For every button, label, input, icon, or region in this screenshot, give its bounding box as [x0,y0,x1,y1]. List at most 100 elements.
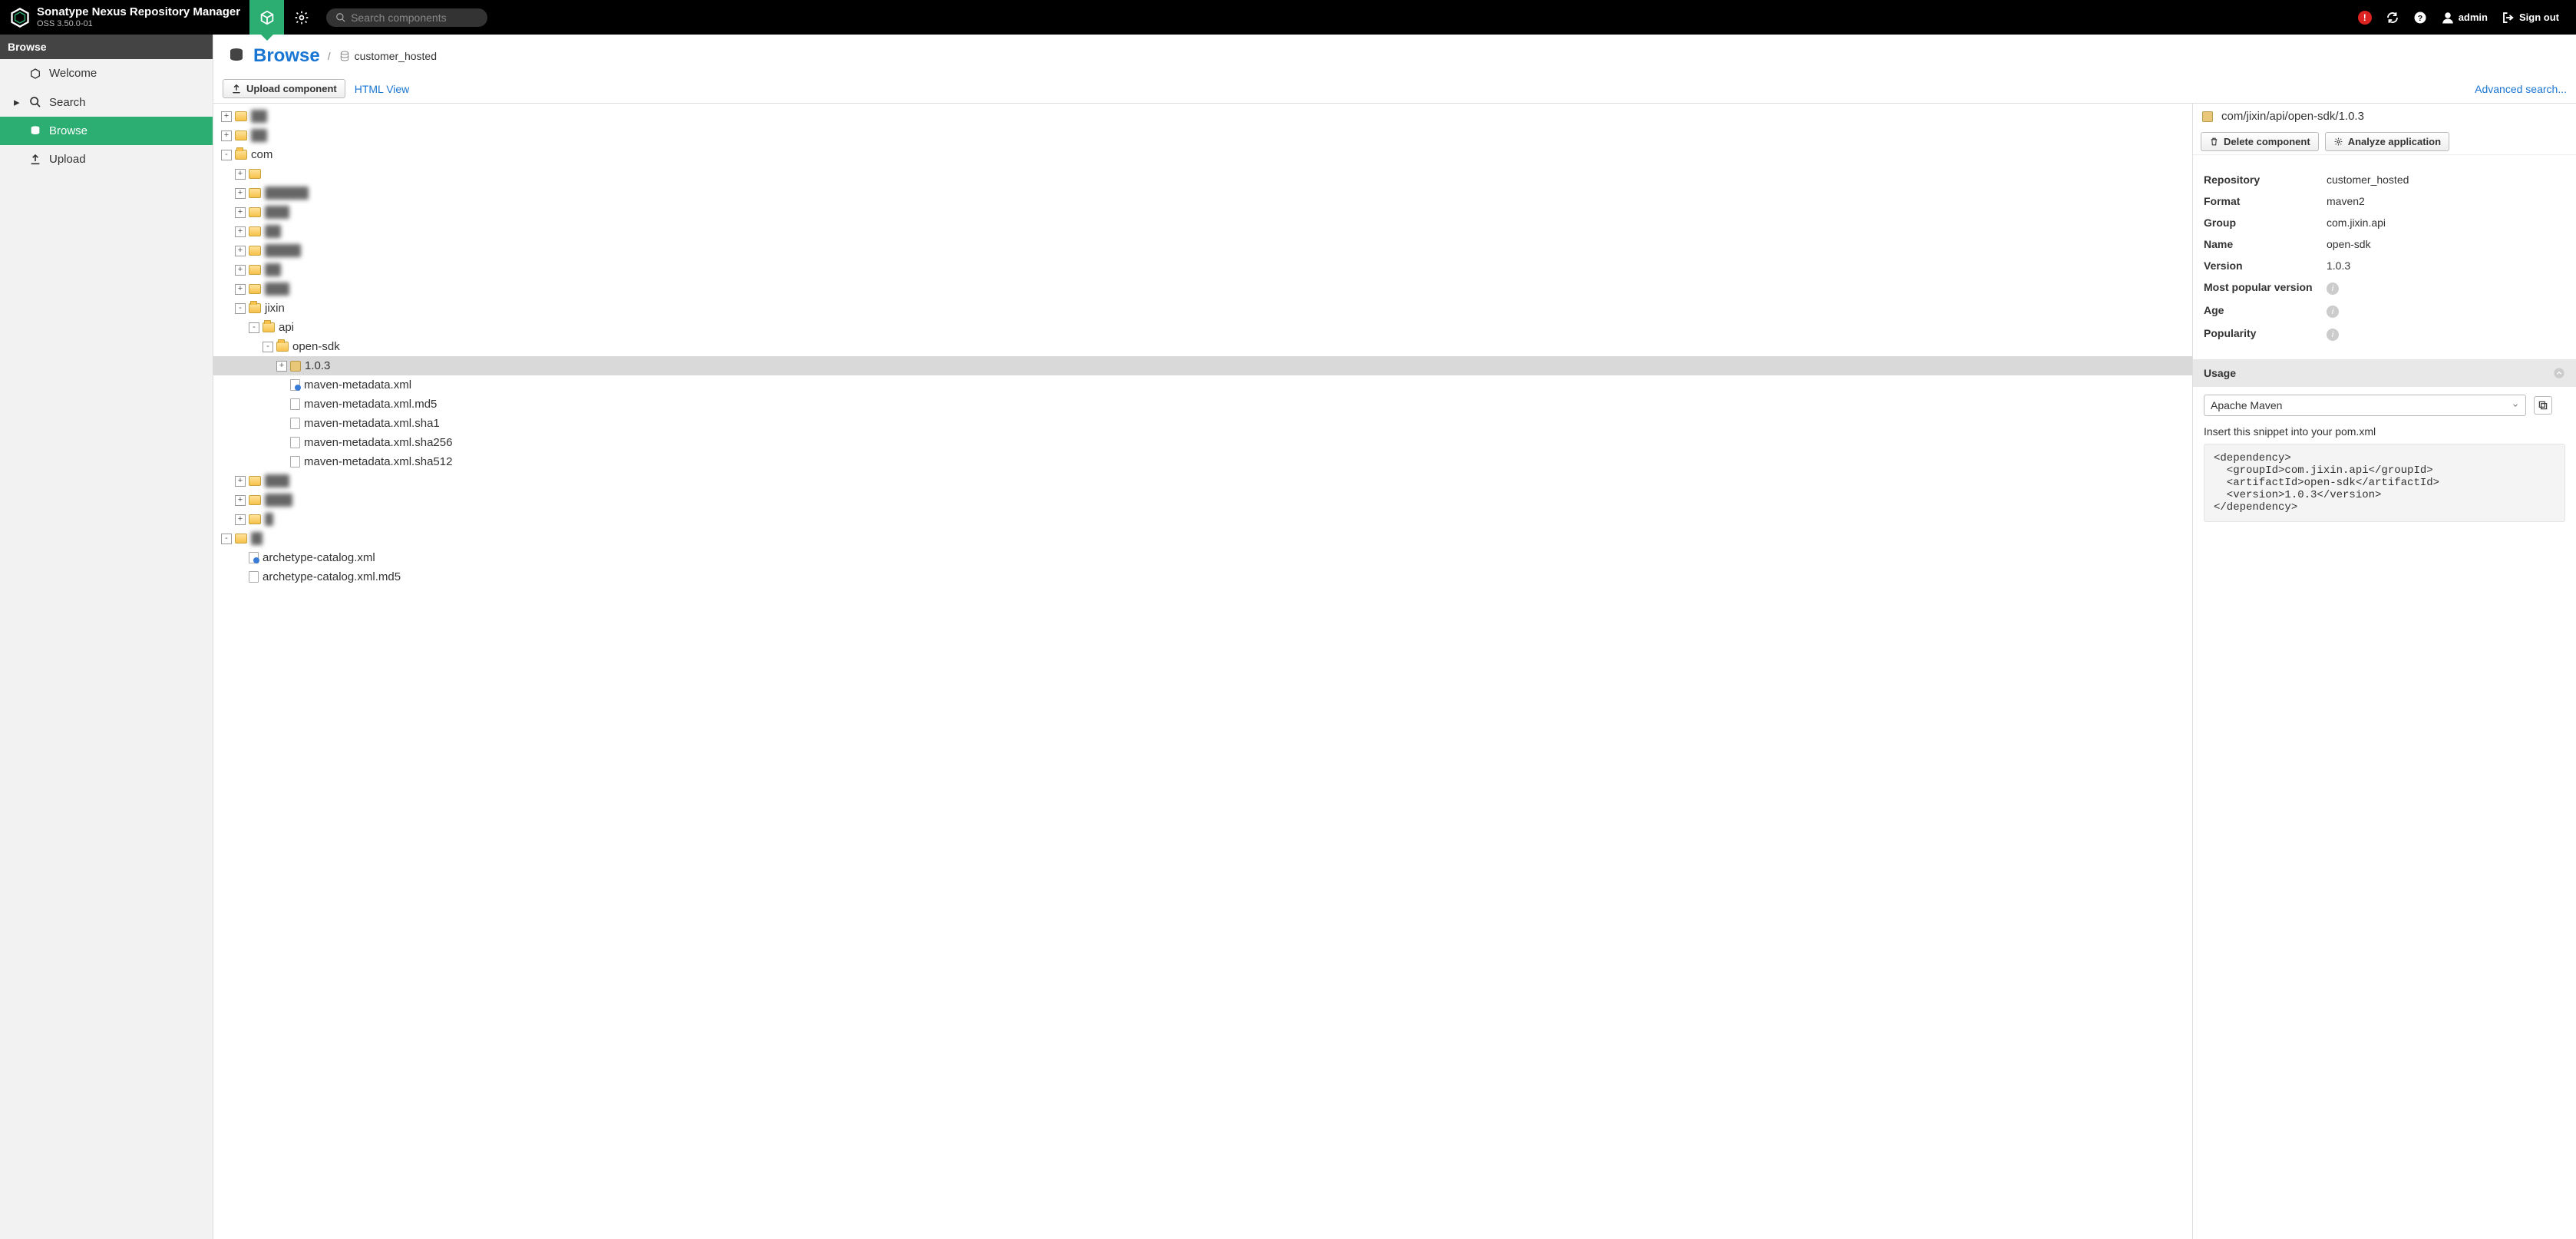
tree-node[interactable]: +██ ███ [213,183,2192,203]
tree-node[interactable]: +███ [213,471,2192,491]
alert-badge[interactable]: ! [2358,11,2372,25]
tree-expander[interactable]: + [235,207,246,218]
header-actions: ! ? admin Sign out [2358,11,2567,25]
sidebar: Browse Welcome▸SearchBrowseUpload [0,35,213,1239]
tree-node[interactable]: -xx [213,529,2192,548]
tree-node[interactable]: maven-metadata.xml.sha256 [213,433,2192,452]
tree-expander[interactable]: + [235,246,246,256]
tree-node[interactable]: +██ [213,107,2192,126]
browse-mode-button[interactable] [249,0,284,35]
tree-node[interactable]: + [213,164,2192,183]
info-icon[interactable]: i [2327,329,2339,341]
tree-expander[interactable]: + [235,476,246,487]
tree-pane[interactable]: +██+██-com++██ ███+███+██+██ ██+██+███-j… [213,104,2192,1239]
user-menu[interactable]: admin [2441,11,2488,25]
tree-node[interactable]: maven-metadata.xml [213,375,2192,395]
tree-expander[interactable]: + [235,265,246,276]
delete-component-button[interactable]: Delete component [2201,132,2319,151]
tree-node[interactable]: archetype-catalog.xml.md5 [213,567,2192,586]
refresh-icon [2386,11,2399,25]
usage-snippet[interactable]: <dependency> <groupId>com.jixin.api</gro… [2204,444,2565,522]
tree-node[interactable]: maven-metadata.xml.sha512 [213,452,2192,471]
folder-icon [249,476,261,486]
copy-snippet-button[interactable] [2534,396,2552,415]
tree-node[interactable]: +1.0.3 [213,356,2192,375]
tree-node[interactable]: +██ [213,126,2192,145]
collapse-icon [2553,367,2565,379]
db-icon [29,125,41,137]
tree-node[interactable]: -jixin [213,299,2192,318]
search-icon [29,96,41,108]
upload-component-button[interactable]: Upload component [223,79,345,98]
folder-icon [249,284,261,294]
tree-node[interactable]: +██ █ [213,491,2192,510]
tree-expander[interactable]: + [221,111,232,122]
folder-icon [249,207,261,217]
html-view-link[interactable]: HTML View [355,83,410,95]
info-value: customer_hosted [2327,173,2409,186]
global-search[interactable]: Search components [326,8,487,27]
file-icon [290,398,300,410]
tree-node[interactable]: maven-metadata.xml.md5 [213,395,2192,414]
tree-expander[interactable]: + [235,514,246,525]
tree-label: ███ [265,282,289,296]
info-key: Version [2204,259,2327,272]
info-value: i [2327,281,2339,295]
sidebar-item-browse[interactable]: Browse [0,117,213,145]
tree-expander[interactable]: + [235,226,246,237]
signout-button[interactable]: Sign out [2502,11,2559,25]
info-value: maven2 [2327,195,2365,207]
tree-expander[interactable]: + [276,361,287,372]
tree-node[interactable]: -com [213,145,2192,164]
analyze-application-button[interactable]: Analyze application [2325,132,2449,151]
usage-header[interactable]: Usage [2193,359,2576,387]
tree-node[interactable]: - api [213,318,2192,337]
tree-expander[interactable]: - [221,150,232,160]
folder-icon [235,131,247,140]
tree-expander[interactable]: + [221,131,232,141]
file-icon [290,418,300,429]
build-tool-select[interactable]: Apache Maven [2204,395,2526,416]
tree-expander[interactable]: - [249,322,259,333]
tree-expander[interactable]: + [235,284,246,295]
tree-expander[interactable]: - [221,534,232,544]
folder-icon [235,534,247,544]
usage-hint: Insert this snippet into your pom.xml [2204,425,2565,438]
tree-expander[interactable]: + [235,495,246,506]
username-label: admin [2459,12,2488,23]
tree-node[interactable]: +█ [213,510,2192,529]
tree-node[interactable]: -open-sdk [213,337,2192,356]
tree-node[interactable]: +██ [213,260,2192,279]
tree-expander[interactable]: - [235,303,246,314]
folder-open-icon [249,303,261,313]
product-version: OSS 3.50.0-01 [37,19,240,28]
sidebar-item-upload[interactable]: Upload [0,145,213,173]
tree-node[interactable]: +██ ██ [213,241,2192,260]
help-button[interactable]: ? [2413,11,2427,25]
tree-node[interactable]: +███ [213,203,2192,222]
tree-expander[interactable]: + [235,169,246,180]
folder-icon [249,169,261,179]
tree-label: █ [265,513,273,526]
tree-node[interactable]: maven-metadata.xml.sha1 [213,414,2192,433]
tree-label: archetype-catalog.xml.md5 [263,570,401,583]
tree-expander[interactable]: + [235,188,246,199]
info-icon[interactable]: i [2327,282,2339,295]
tree-label: api [279,321,294,334]
sidebar-item-search[interactable]: ▸Search [0,88,213,117]
tree-expander[interactable]: - [263,342,273,352]
tree-node[interactable]: archetype-catalog.xml [213,548,2192,567]
info-icon[interactable]: i [2327,306,2339,318]
breadcrumb-title[interactable]: Browse [253,45,320,67]
database-icon [227,47,246,65]
info-row: Nameopen-sdk [2204,233,2565,255]
admin-mode-button[interactable] [284,0,319,35]
advanced-search-link[interactable]: Advanced search... [2475,83,2567,95]
tree-node[interactable]: + ███ [213,279,2192,299]
breadcrumb-repo[interactable]: customer_hosted [339,50,437,62]
folder-icon [249,495,261,505]
tree-node[interactable]: +██ [213,222,2192,241]
refresh-button[interactable] [2386,11,2399,25]
sidebar-item-welcome[interactable]: Welcome [0,59,213,88]
chevron-down-icon [2512,401,2519,409]
